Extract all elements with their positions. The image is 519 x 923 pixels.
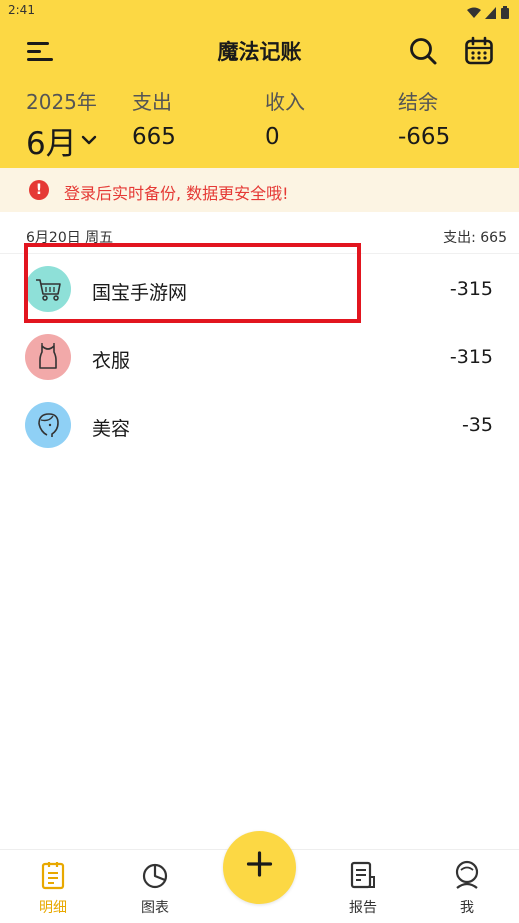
- item-amount: -315: [449, 346, 493, 368]
- face-icon: [25, 402, 71, 448]
- month-value: 6月: [26, 126, 77, 162]
- notice-text: 登录后实时备份, 数据更安全哦!: [64, 184, 289, 203]
- list-item[interactable]: 衣服 -315: [0, 323, 519, 391]
- nav-label: 我: [460, 900, 474, 916]
- item-amount: -35: [461, 414, 493, 436]
- search-icon[interactable]: [408, 36, 438, 66]
- nav-item-charts[interactable]: 图表: [115, 850, 195, 923]
- add-record-button[interactable]: [223, 831, 296, 904]
- alert-icon: !: [29, 180, 49, 200]
- pie-chart-icon: [141, 860, 169, 890]
- profile-icon: [453, 860, 481, 890]
- battery-icon: [501, 4, 509, 23]
- status-bar: 2:41: [0, 0, 519, 22]
- signal-icon: [485, 4, 497, 23]
- day-total: 支出: 665: [443, 230, 507, 246]
- highlight-box: [24, 243, 361, 323]
- status-time: 2:41: [8, 3, 35, 17]
- income-value: 0: [265, 124, 280, 150]
- item-name: 美容: [92, 418, 131, 440]
- item-name: 衣服: [92, 350, 131, 372]
- year-label: 2025年: [26, 90, 97, 114]
- chevron-down-icon: [81, 131, 97, 150]
- nav-label: 报告: [349, 900, 377, 916]
- status-icons: [467, 4, 509, 23]
- wifi-icon: [467, 4, 481, 23]
- document-icon: [39, 860, 67, 890]
- nav-item-details[interactable]: 明细: [13, 850, 93, 923]
- expense-value: 665: [132, 124, 176, 150]
- nav-item-profile[interactable]: 我: [427, 850, 507, 923]
- app-title: 魔法记账: [217, 40, 302, 64]
- income-label: 收入: [265, 90, 305, 114]
- calendar-icon[interactable]: [464, 36, 494, 66]
- list-item[interactable]: 美容 -35: [0, 391, 519, 459]
- balance-label: 结余: [398, 90, 438, 114]
- nav-item-report[interactable]: 报告: [323, 850, 403, 923]
- item-amount: -315: [449, 278, 493, 300]
- nav-label: 图表: [141, 900, 169, 916]
- expense-label: 支出: [132, 90, 172, 114]
- login-backup-notice[interactable]: ! 登录后实时备份, 数据更安全哦!: [0, 168, 519, 212]
- shirt-icon: [25, 334, 71, 380]
- month-selector[interactable]: 6月: [26, 118, 97, 163]
- nav-label: 明细: [39, 900, 67, 916]
- header: 2:41 魔法记账 2025年 6月 支出 665 收入 0 结余 -665: [0, 0, 519, 168]
- plus-icon: [223, 839, 296, 904]
- balance-value: -665: [398, 124, 451, 150]
- report-icon: [349, 860, 377, 890]
